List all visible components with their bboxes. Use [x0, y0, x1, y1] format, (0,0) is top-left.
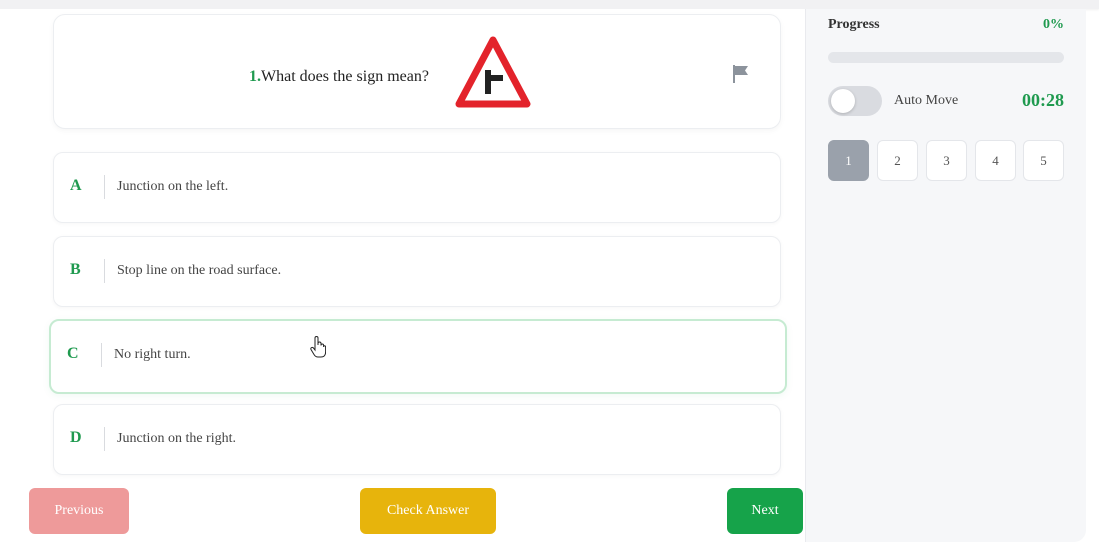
option-c[interactable]: C No right turn.: [49, 319, 787, 394]
question-nav-3[interactable]: 3: [926, 140, 967, 181]
option-text: Stop line on the road surface.: [117, 263, 282, 278]
option-text: Junction on the left.: [117, 179, 229, 194]
timer: 00:28: [1022, 90, 1064, 110]
top-bar: [0, 0, 1099, 9]
option-d[interactable]: D Junction on the right.: [53, 404, 781, 475]
flag-icon[interactable]: [731, 64, 751, 84]
option-divider: [104, 175, 105, 199]
auto-move-toggle[interactable]: [828, 86, 882, 116]
option-text: Junction on the right.: [117, 431, 236, 446]
option-letter: C: [67, 345, 79, 362]
option-divider: [101, 343, 102, 367]
option-letter: D: [70, 429, 82, 446]
option-letter: A: [70, 177, 82, 194]
progress-value: 0%: [1043, 17, 1064, 32]
previous-button[interactable]: Previous: [29, 488, 129, 534]
progress-bar: [828, 52, 1064, 63]
progress-label: Progress: [828, 17, 880, 32]
next-button[interactable]: Next: [727, 488, 803, 534]
check-answer-button[interactable]: Check Answer: [360, 488, 496, 534]
question-text-line: 1.What does the sign mean?: [249, 68, 429, 86]
question-number: 1.: [249, 68, 261, 85]
toggle-knob: [831, 89, 855, 113]
road-sign-icon: [455, 36, 531, 108]
option-a[interactable]: A Junction on the left.: [53, 152, 781, 223]
quiz-main: 1.What does the sign mean? A Junction on…: [0, 9, 805, 545]
question-nav-1[interactable]: 1: [828, 140, 869, 181]
option-divider: [104, 427, 105, 451]
question-text: What does the sign mean?: [261, 68, 429, 85]
option-divider: [104, 259, 105, 283]
sidebar: Progress 0% Auto Move 00:28 1 2 3 4 5: [805, 9, 1086, 542]
question-nav-4[interactable]: 4: [975, 140, 1016, 181]
auto-move-label: Auto Move: [894, 93, 959, 108]
option-text: No right turn.: [114, 347, 191, 362]
question-nav-5[interactable]: 5: [1023, 140, 1064, 181]
option-letter: B: [70, 261, 81, 278]
hand-cursor-icon: [310, 336, 326, 358]
question-card: 1.What does the sign mean?: [53, 14, 781, 129]
question-nav-2[interactable]: 2: [877, 140, 918, 181]
option-b[interactable]: B Stop line on the road surface.: [53, 236, 781, 307]
